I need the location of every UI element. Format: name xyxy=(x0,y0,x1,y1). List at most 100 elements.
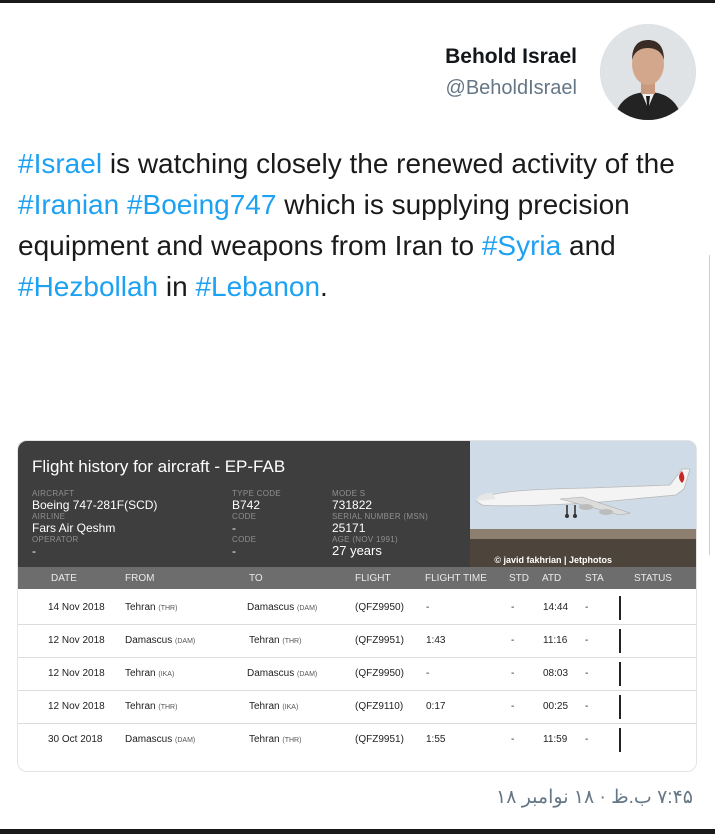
col-from: FROM xyxy=(125,573,155,584)
cell-to: Damascus (DAM) xyxy=(247,602,317,613)
table-row[interactable]: 12 Nov 2018 Damascus (DAM) Tehran (THR) … xyxy=(18,624,696,658)
tweet-text: #Israel is watching closely the renewed … xyxy=(18,143,698,307)
table-header: DATE FROM TO FLIGHT FLIGHT TIME STD ATD … xyxy=(18,567,696,589)
cell-flight[interactable]: (QFZ9951) xyxy=(355,734,404,745)
airline-label: AIRLINE xyxy=(32,512,66,521)
cell-flight[interactable]: (QFZ9950) xyxy=(355,668,404,679)
tweet-text-segment: in xyxy=(158,271,196,302)
operator-label: OPERATOR xyxy=(32,535,79,544)
table-row[interactable]: 30 Oct 2018 Damascus (DAM) Tehran (THR) … xyxy=(18,723,696,756)
to-code[interactable]: (THR) xyxy=(282,638,301,645)
registration-info: MODE S 731822 SERIAL NUMBER (MSN) 25171 … xyxy=(332,489,428,558)
aircraft-label: AIRCRAFT xyxy=(32,489,75,498)
user-handle[interactable]: @BeholdIsrael xyxy=(446,77,577,100)
card-header: Flight history for aircraft - EP-FAB AIR… xyxy=(18,441,696,567)
type-code-value: B742 xyxy=(232,498,261,512)
col-status: STATUS xyxy=(634,573,672,584)
hashtag-link[interactable]: #Syria xyxy=(482,230,561,261)
cell-flight[interactable]: (QFZ9950) xyxy=(355,602,404,613)
hashtag-link[interactable]: #Boeing747 xyxy=(127,189,276,220)
col-flight-time: FLIGHT TIME xyxy=(425,573,487,584)
to-code[interactable]: (DAM) xyxy=(297,605,317,612)
from-code[interactable]: (DAM) xyxy=(175,638,195,645)
cell-atd: 08:03 xyxy=(543,668,569,679)
cell-flight-time: 1:55 xyxy=(426,734,446,745)
cell-date: 12 Nov 2018 xyxy=(48,701,105,712)
col-date: DATE xyxy=(51,573,77,584)
code-value: - xyxy=(232,521,236,535)
to-city: Tehran xyxy=(249,635,280,646)
to-city: Tehran xyxy=(249,734,280,745)
aircraft-value: Boeing 747-281F(SCD) xyxy=(32,498,158,512)
col-to: TO xyxy=(249,573,263,584)
from-code[interactable]: (DAM) xyxy=(175,737,195,744)
cell-from: Tehran (IKA) xyxy=(125,668,174,679)
cell-flight-time: 1:43 xyxy=(426,635,446,646)
serial-value: 25171 xyxy=(332,521,366,535)
table-row[interactable]: 14 Nov 2018 Tehran (THR) Damascus (DAM) … xyxy=(18,591,696,625)
card-title: Flight history for aircraft - EP-FAB xyxy=(32,457,286,476)
scrollbar[interactable] xyxy=(709,255,715,555)
operator-value: - xyxy=(32,544,36,558)
cell-flight[interactable]: (QFZ9951) xyxy=(355,635,404,646)
bottom-border xyxy=(0,829,715,834)
tweet-timestamp[interactable]: ۷:۴۵ ب.ظ · ۱۸ نوامبر ۱۸ xyxy=(496,786,693,809)
age-value: 27 years xyxy=(332,543,382,558)
row-divider xyxy=(619,629,621,653)
cell-atd: 14:44 xyxy=(543,602,569,613)
cell-to: Tehran (THR) xyxy=(249,734,301,745)
boeing-747-image xyxy=(470,441,696,567)
to-city: Tehran xyxy=(249,701,280,712)
serial-label: SERIAL NUMBER (MSN) xyxy=(332,512,429,521)
to-code[interactable]: (DAM) xyxy=(297,671,317,678)
to-code[interactable]: (THR) xyxy=(282,737,301,744)
cell-sta: - xyxy=(585,734,589,745)
avatar[interactable] xyxy=(600,24,696,120)
cell-flight[interactable]: (QFZ9110) xyxy=(355,701,403,712)
col-atd: ATD xyxy=(542,573,562,584)
hashtag-link[interactable]: #Hezbollah xyxy=(18,271,158,302)
to-code[interactable]: (IKA) xyxy=(282,704,298,711)
display-name[interactable]: Behold Israel xyxy=(445,45,577,69)
table-row[interactable]: 12 Nov 2018 Tehran (THR) Tehran (IKA) (Q… xyxy=(18,690,696,724)
from-code[interactable]: (THR) xyxy=(158,605,177,612)
tweet-text-segment: . xyxy=(320,271,328,302)
aircraft-info: AIRCRAFT Boeing 747-281F(SCD) AIRLINE Fa… xyxy=(32,489,157,558)
cell-flight-time: - xyxy=(426,668,430,679)
cell-date: 12 Nov 2018 xyxy=(48,635,105,646)
cell-atd: 11:59 xyxy=(543,734,568,745)
photo-credit[interactable]: © javid fakhrian | Jetphotos xyxy=(494,555,612,565)
tweet-text-segment: and xyxy=(561,230,616,261)
cell-to: Damascus (DAM) xyxy=(247,668,317,679)
row-divider xyxy=(619,695,621,719)
col-flight: FLIGHT xyxy=(355,573,391,584)
hashtag-link[interactable]: #Lebanon xyxy=(195,271,320,302)
to-city: Damascus xyxy=(247,602,295,613)
cell-sta: - xyxy=(585,635,589,646)
avatar-image xyxy=(600,24,696,120)
from-city: Tehran xyxy=(125,602,156,613)
cell-flight-time: - xyxy=(426,602,430,613)
cell-std: - xyxy=(511,668,515,679)
row-divider xyxy=(619,662,621,686)
type-info: TYPE CODE B742 Code - Code - xyxy=(232,489,281,558)
cell-from: Damascus (DAM) xyxy=(125,635,195,646)
hashtag-link[interactable]: #Israel xyxy=(18,148,102,179)
cell-flight-time: 0:17 xyxy=(426,701,446,712)
flight-history-card[interactable]: Flight history for aircraft - EP-FAB AIR… xyxy=(17,440,697,772)
type-code-label: TYPE CODE xyxy=(232,489,281,498)
cell-date: 14 Nov 2018 xyxy=(48,602,105,613)
from-code[interactable]: (IKA) xyxy=(158,671,174,678)
cell-date: 12 Nov 2018 xyxy=(48,668,105,679)
cell-sta: - xyxy=(585,602,589,613)
table-row[interactable]: 12 Nov 2018 Tehran (IKA) Damascus (DAM) … xyxy=(18,657,696,691)
from-code[interactable]: (THR) xyxy=(158,704,177,711)
from-city: Damascus xyxy=(125,635,173,646)
mode-s-label: MODE S xyxy=(332,489,366,498)
cell-atd: 11:16 xyxy=(543,635,568,646)
aircraft-photo[interactable] xyxy=(470,441,696,567)
cell-std: - xyxy=(511,701,515,712)
hashtag-link[interactable]: #Iranian xyxy=(18,189,119,220)
tweet-header: Behold Israel @BeholdIsrael xyxy=(0,0,715,130)
from-city: Tehran xyxy=(125,668,156,679)
